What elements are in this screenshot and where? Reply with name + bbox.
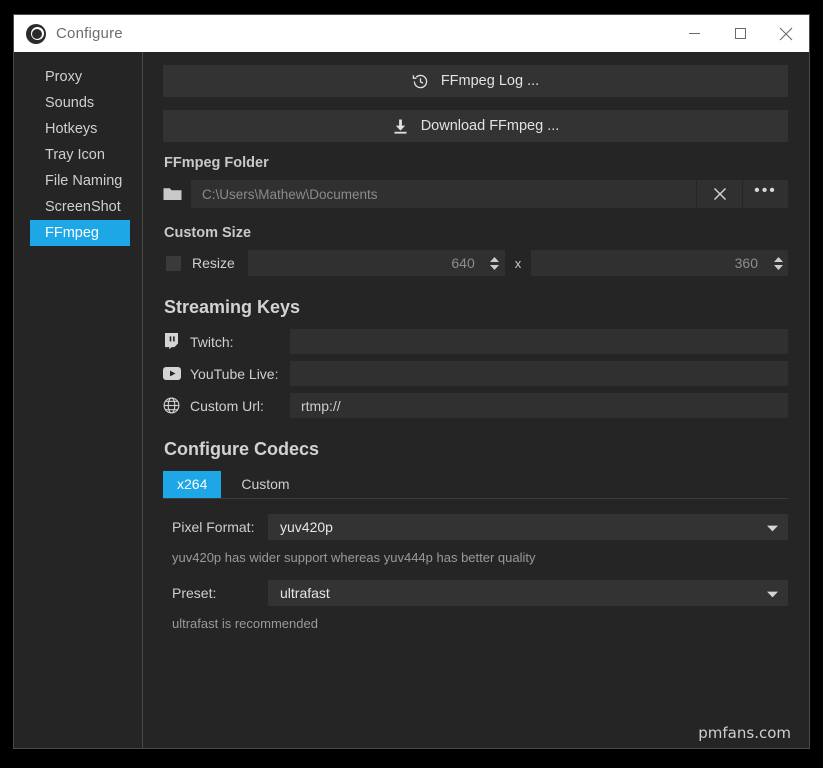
download-icon bbox=[392, 118, 409, 135]
download-ffmpeg-button[interactable]: Download FFmpeg ... bbox=[163, 110, 788, 142]
ffmpeg-folder-heading: FFmpeg Folder bbox=[164, 155, 269, 171]
twitch-row: Twitch: bbox=[163, 329, 788, 354]
resize-width-stepper[interactable]: 640 bbox=[248, 250, 505, 276]
chevron-down-icon bbox=[767, 585, 778, 601]
sidebar-item-screenshot[interactable]: ScreenShot bbox=[30, 194, 142, 220]
custom-url-label: Custom Url: bbox=[190, 397, 264, 414]
window-title: Configure bbox=[56, 25, 123, 42]
resize-label: Resize bbox=[192, 255, 235, 271]
pixel-format-label: Pixel Format: bbox=[172, 519, 255, 535]
sidebar-item-ffmpeg[interactable]: FFmpeg bbox=[30, 220, 130, 246]
ffmpeg-settings-panel: FFmpeg Log ... Download FFmpeg ... FFmpe… bbox=[143, 52, 809, 748]
preset-label: Preset: bbox=[172, 585, 217, 601]
globe-icon bbox=[163, 397, 190, 414]
sidebar-item-hotkeys[interactable]: Hotkeys bbox=[30, 116, 142, 142]
minimize-icon[interactable] bbox=[671, 15, 717, 52]
close-icon[interactable] bbox=[763, 15, 809, 52]
twitch-icon bbox=[163, 333, 190, 350]
resize-width-value: 640 bbox=[451, 255, 475, 271]
ffmpeg-folder-path-input[interactable]: C:\Users\Mathew\Documents bbox=[191, 180, 696, 208]
ffmpeg-folder-row: C:\Users\Mathew\Documents ••• bbox=[163, 180, 788, 208]
browse-folder-button[interactable]: ••• bbox=[742, 180, 788, 208]
resize-height-stepper[interactable]: 360 bbox=[531, 250, 788, 276]
size-separator: x bbox=[514, 255, 522, 271]
folder-icon bbox=[163, 186, 191, 202]
youtube-key-input[interactable] bbox=[290, 361, 788, 386]
pixel-format-hint: yuv420p has wider support whereas yuv444… bbox=[172, 550, 536, 565]
ffmpeg-log-label: FFmpeg Log ... bbox=[440, 73, 540, 89]
clear-path-button[interactable] bbox=[696, 180, 742, 208]
sidebar-item-proxy[interactable]: Proxy bbox=[30, 64, 142, 90]
sidebar-item-tray-icon[interactable]: Tray Icon bbox=[30, 142, 142, 168]
watermark: pmfans.com bbox=[698, 724, 791, 742]
configure-codecs-heading: Configure Codecs bbox=[164, 439, 320, 459]
pixel-format-value: yuv420p bbox=[280, 519, 333, 535]
streaming-keys-heading: Streaming Keys bbox=[164, 297, 301, 317]
pixel-format-select[interactable]: yuv420p bbox=[268, 514, 788, 540]
maximize-icon[interactable] bbox=[717, 15, 763, 52]
window-controls bbox=[671, 15, 809, 52]
preset-select[interactable]: ultrafast bbox=[268, 580, 788, 606]
captura-logo-icon bbox=[26, 23, 46, 44]
youtube-label: YouTube Live: bbox=[190, 365, 279, 382]
height-spinner-arrows-icon[interactable] bbox=[768, 250, 788, 276]
resize-checkbox[interactable] bbox=[166, 255, 181, 271]
custom-url-input[interactable]: rtmp:// bbox=[290, 393, 788, 418]
custom-url-row: Custom Url: rtmp:// bbox=[163, 393, 788, 418]
resize-height-value: 360 bbox=[734, 255, 758, 271]
download-ffmpeg-label: Download FFmpeg ... bbox=[420, 118, 560, 134]
width-spinner-arrows-icon[interactable] bbox=[485, 250, 505, 276]
chevron-down-icon bbox=[767, 519, 778, 535]
custom-size-row: Resize 640 x 360 bbox=[163, 250, 788, 276]
title-bar: Configure bbox=[14, 15, 809, 52]
codec-tabs: x264 Custom bbox=[163, 471, 788, 499]
settings-sidebar: Proxy Sounds Hotkeys Tray Icon File Nami… bbox=[14, 52, 143, 748]
preset-hint: ultrafast is recommended bbox=[172, 616, 318, 631]
preset-row: Preset: ultrafast bbox=[163, 580, 788, 606]
pixel-format-row: Pixel Format: yuv420p bbox=[163, 514, 788, 540]
sidebar-item-file-naming[interactable]: File Naming bbox=[30, 168, 142, 194]
youtube-icon bbox=[163, 367, 190, 380]
preset-value: ultrafast bbox=[280, 585, 330, 601]
sidebar-item-sounds[interactable]: Sounds bbox=[30, 90, 142, 116]
tab-custom[interactable]: Custom bbox=[227, 471, 303, 498]
configure-window: Configure Proxy Sounds Hotkeys Tray Icon… bbox=[13, 14, 810, 749]
custom-size-heading: Custom Size bbox=[164, 225, 252, 241]
youtube-row: YouTube Live: bbox=[163, 361, 788, 386]
history-icon bbox=[412, 73, 429, 90]
twitch-label: Twitch: bbox=[190, 333, 234, 350]
tab-x264[interactable]: x264 bbox=[163, 471, 222, 498]
window-body: Proxy Sounds Hotkeys Tray Icon File Nami… bbox=[14, 52, 809, 748]
ffmpeg-log-button[interactable]: FFmpeg Log ... bbox=[163, 65, 788, 97]
twitch-key-input[interactable] bbox=[290, 329, 788, 354]
